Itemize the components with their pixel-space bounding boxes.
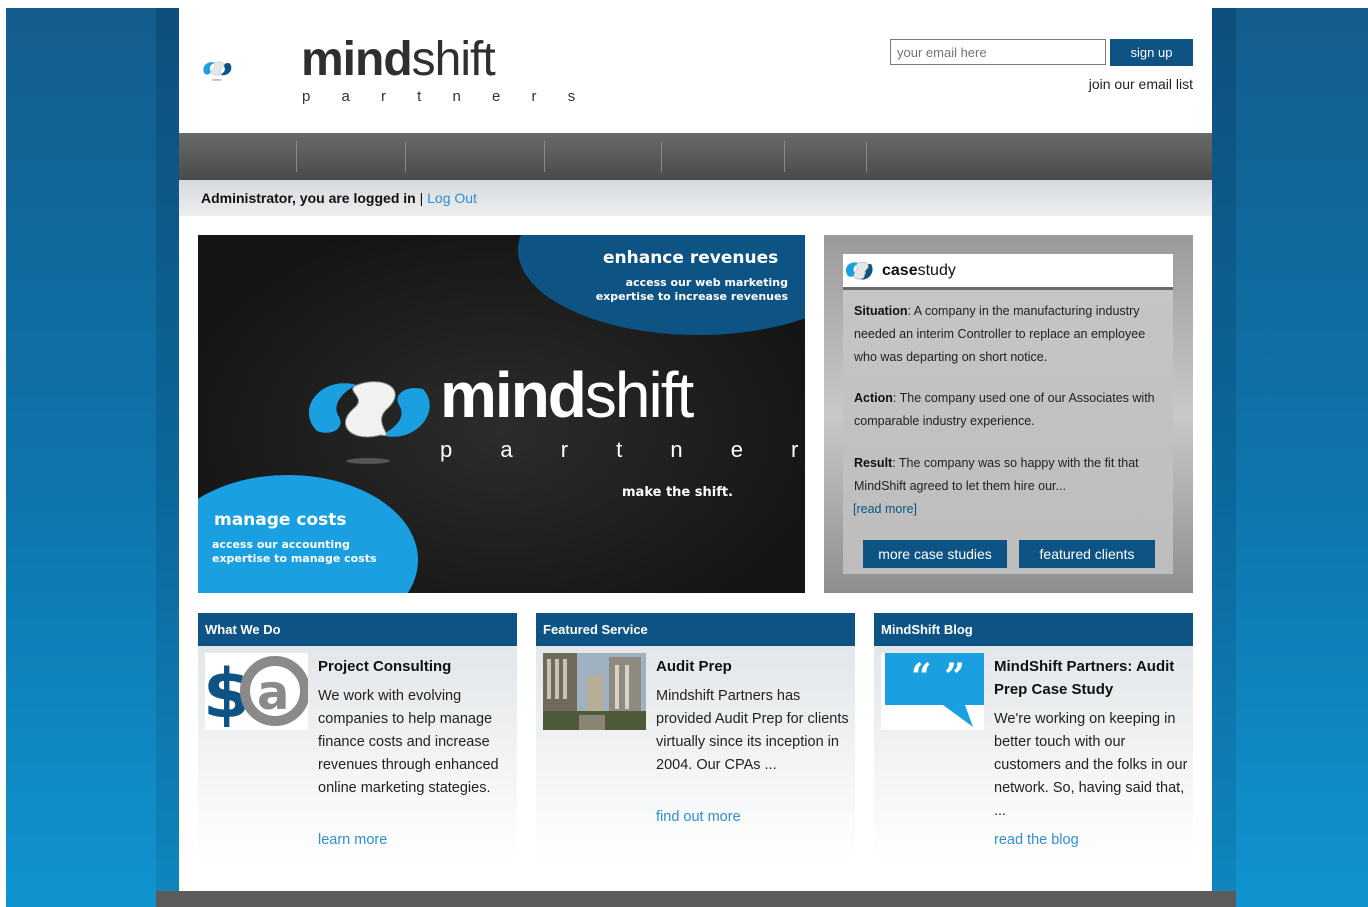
column-body: We're working on keeping in better touch… [994,711,1188,819]
svg-text:a: a [257,665,289,721]
nav-separator [784,141,785,172]
case-study-action: Action: The company used one of our Asso… [854,391,1155,428]
nav-partners[interactable]: PARTNERS [565,0,636,47]
hero-brand-tagline: p a r t n e r s [440,437,879,462]
featured-clients-button[interactable]: featured clients [1019,540,1155,568]
case-study-read-more-link[interactable]: [read more] [853,502,917,516]
column-heading: What We Do [198,613,517,646]
hero-brand-name: mindshift [440,359,694,431]
login-separator: | [419,190,424,206]
hero-costs-heading: manage costs [214,510,347,530]
footer-strip [156,891,1236,907]
column-title[interactable]: Audit Prep [656,655,851,678]
hero-slogan: make the shift. [622,485,734,500]
nav-separator [296,141,297,172]
mindshift-blog-column: MindShift Blog “ ” MindShift Partners: A… [874,613,1193,863]
more-case-studies-button[interactable]: more case studies [863,540,1007,568]
nav-about-us[interactable]: ABOUT US [202,0,270,47]
column-body: We work with evolving companies to help … [318,688,499,796]
sign-up-button[interactable]: sign up [1110,39,1193,66]
hero-revenue-heading: enhance revenues [603,248,779,268]
login-message: Administrator, you are logged in [201,190,416,206]
quote-bubble-icon: “ ” [881,653,984,730]
column-title[interactable]: MindShift Partners: Audit Prep Case Stud… [994,655,1189,701]
find-out-more-link[interactable]: find out more [656,809,741,825]
nav-separator [405,141,406,172]
learn-more-link[interactable]: learn more [318,832,387,848]
column-body: Mindshift Partners has provided Audit Pr… [656,688,849,773]
brand-tagline: p a r t n e r s [302,88,589,105]
hero-costs-line2: expertise to manage costs [212,552,377,565]
hero-blob-costs [198,475,418,593]
case-study-title: casestudy [882,262,956,279]
join-email-list-text: join our email list [1088,76,1193,92]
nav-contact[interactable]: CONTACT [888,0,951,47]
case-study-situation: Situation: A company in the manufacturin… [854,304,1146,364]
nav-case-studies[interactable]: CASE STUDIES [427,0,523,47]
nav-blog[interactable]: BLOG [806,0,844,47]
nav-separator [661,141,662,172]
city-photo [543,653,646,730]
what-we-do-column: What We Do $ a Project Consulting We wor… [198,613,517,863]
column-heading: Featured Service [536,613,855,646]
read-the-blog-link[interactable]: read the blog [994,832,1079,848]
nav-services[interactable]: SERVICES [317,0,383,47]
column-title[interactable]: Project Consulting [318,655,513,678]
hero-logo-icon [308,381,430,464]
hero-revenue-line2: expertise to increase revenues [595,290,788,303]
hero-costs-line1: access our accounting [212,538,350,551]
nav-separator [866,141,867,172]
hero-revenue-line1: access our web marketing [625,276,788,289]
dollar-at-icon: $ a [205,653,308,730]
nav-separator [544,141,545,172]
column-heading: MindShift Blog [874,613,1193,646]
nav-directory[interactable]: DIRECTORY [682,0,758,47]
case-study-logo-icon [845,261,873,280]
log-out-link[interactable]: Log Out [427,190,477,206]
case-study-result: Result: The company was so happy with th… [854,456,1139,493]
featured-service-column: Featured Service Audit Prep Mindshift Pa… [536,613,855,863]
main-nav [179,133,1212,180]
login-status: Administrator, you are logged in | Log O… [201,190,477,206]
svg-text:“ ”: “ ” [911,656,965,698]
